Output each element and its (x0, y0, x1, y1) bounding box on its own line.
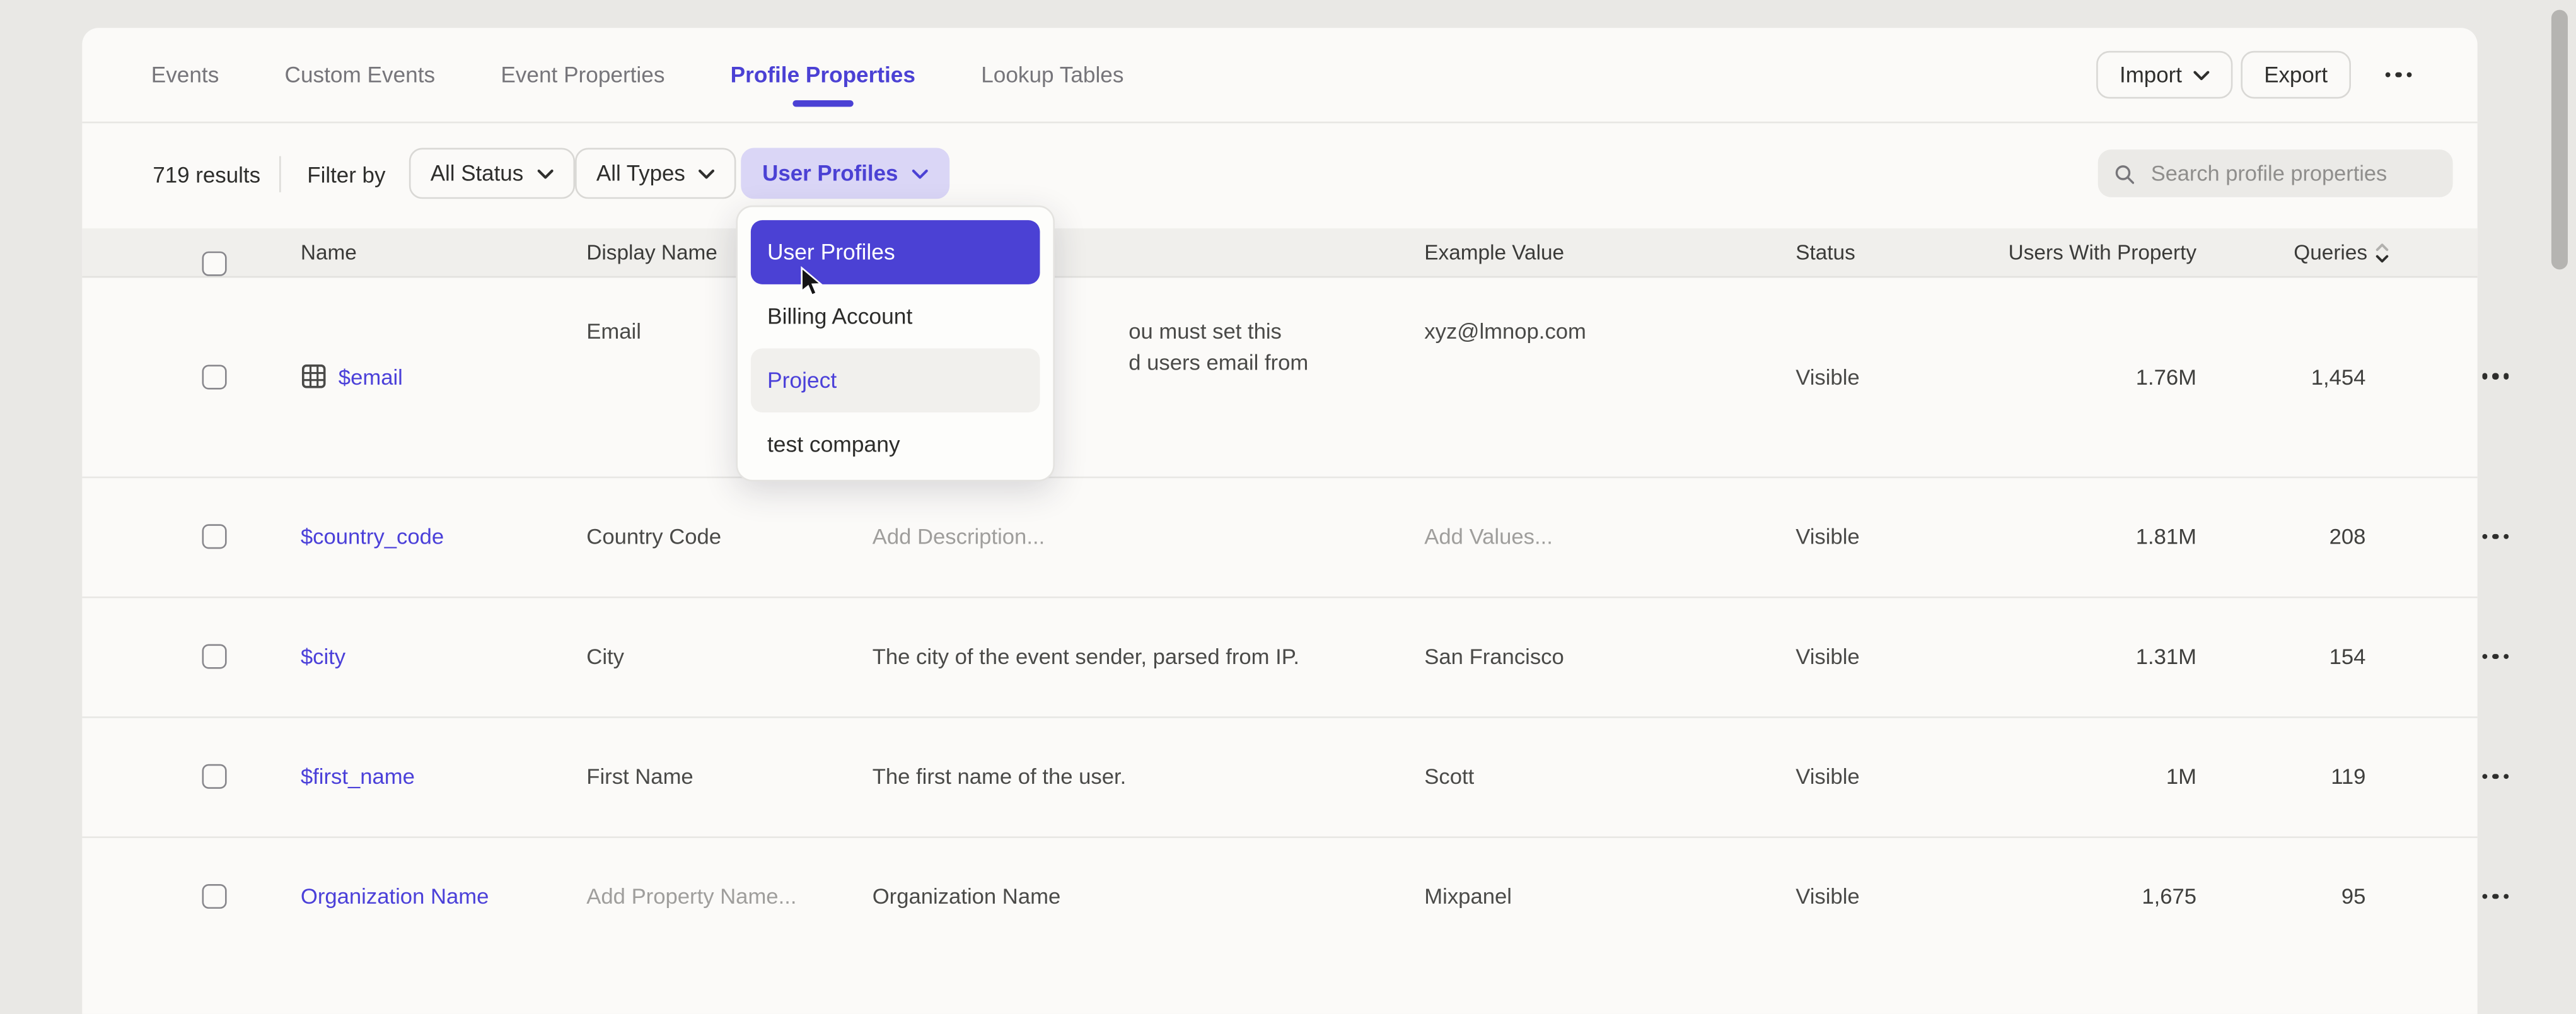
profile-type-dropdown[interactable]: User Profiles (741, 148, 949, 199)
row-checkbox-cell (202, 276, 227, 477)
table-row: Organization Name Add Property Name... O… (82, 836, 2477, 984)
table-row: $city City The city of the event sender,… (82, 597, 2477, 718)
row-checkbox-cell (202, 597, 227, 716)
mouse-cursor-icon (800, 266, 823, 298)
row-more-options-icon[interactable] (2457, 276, 2514, 477)
import-button-label: Import (2120, 62, 2182, 87)
tab-custom-events[interactable]: Custom Events (285, 62, 436, 87)
display-name-cell[interactable]: Country Code (586, 477, 866, 597)
chevron-down-icon (911, 168, 927, 178)
property-name-link[interactable]: $first_name (301, 716, 415, 836)
row-checkbox-cell (202, 836, 227, 956)
tab-event-properties[interactable]: Event Properties (501, 62, 664, 87)
example-value-cell[interactable]: Add Values... (1424, 477, 1789, 597)
profile-properties-page: Events Custom Events Event Properties Pr… (0, 0, 2576, 952)
status-filter-dropdown[interactable]: All Status (409, 148, 574, 199)
chevron-down-icon (2193, 70, 2210, 80)
queries-cell: 1,454 (2120, 276, 2366, 477)
results-count: 719 results (153, 123, 260, 225)
property-name-link[interactable]: $country_code (301, 477, 444, 597)
row-checkbox-cell (202, 716, 227, 836)
column-header-example-value[interactable]: Example Value (1424, 228, 1789, 276)
type-filter-label: All Types (596, 161, 685, 185)
property-name-link[interactable]: $city (301, 597, 345, 716)
table-grid-icon (301, 363, 327, 390)
example-value-cell[interactable]: Mixpanel (1424, 836, 1789, 956)
menu-item-user-profiles[interactable]: User Profiles (751, 220, 1040, 284)
display-name-cell[interactable]: Add Property Name... (586, 836, 866, 956)
toolbar: Import Export (2097, 51, 2418, 99)
row-checkbox[interactable] (202, 884, 227, 909)
column-header-name[interactable]: Name (301, 228, 357, 276)
tab-lookup-tables[interactable]: Lookup Tables (981, 62, 1123, 87)
scrollbar-thumb[interactable] (2551, 10, 2568, 270)
row-checkbox[interactable] (202, 364, 227, 388)
divider (279, 156, 281, 192)
description-cell[interactable]: Add Description... (873, 477, 1418, 597)
tab-events[interactable]: Events (151, 62, 219, 87)
tab-profile-properties[interactable]: Profile Properties (731, 62, 915, 87)
content-card: Events Custom Events Event Properties Pr… (82, 28, 2477, 1014)
profile-type-label: User Profiles (762, 161, 898, 185)
table-row: $first_name First Name The first name of… (82, 716, 2477, 838)
chevron-down-icon (699, 168, 715, 178)
status-filter-label: All Status (431, 161, 523, 185)
example-value-cell[interactable]: San Francisco (1424, 597, 1789, 716)
row-checkbox-cell (202, 477, 227, 597)
table-header: Name Display Name Example Value Status U… (82, 228, 2477, 277)
property-name-link[interactable]: $email (301, 276, 403, 477)
search-icon (2115, 162, 2135, 185)
queries-cell: 208 (2120, 477, 2366, 597)
description-cell[interactable]: The city of the event sender, parsed fro… (873, 597, 1418, 716)
display-name-cell[interactable]: City (586, 597, 866, 716)
description-line: d users email from (1128, 347, 1418, 378)
menu-item-test-company[interactable]: test company (751, 412, 1040, 477)
table-row: $country_code Country Code Add Descripti… (82, 477, 2477, 598)
row-checkbox[interactable] (202, 644, 227, 669)
display-name-cell[interactable]: First Name (586, 716, 866, 836)
type-filter-dropdown[interactable]: All Types (575, 148, 736, 199)
search-input[interactable] (2148, 160, 2437, 187)
property-name-link[interactable]: Organization Name (301, 836, 489, 956)
row-more-options-icon[interactable] (2457, 597, 2514, 716)
queries-cell: 154 (2120, 597, 2366, 716)
row-more-options-icon[interactable] (2457, 716, 2514, 836)
menu-item-billing-account[interactable]: Billing Account (751, 284, 1040, 349)
menu-item-project[interactable]: Project (751, 348, 1040, 412)
example-value-cell[interactable]: Scott (1424, 716, 1789, 836)
profile-type-menu: User Profiles Billing Account Project te… (736, 206, 1055, 482)
row-checkbox[interactable] (202, 764, 227, 789)
chevron-down-icon (537, 168, 553, 178)
row-more-options-icon[interactable] (2457, 836, 2514, 956)
more-options-icon[interactable] (2379, 66, 2418, 84)
property-name-text: $email (339, 364, 403, 388)
export-button-label: Export (2264, 62, 2328, 87)
row-more-options-icon[interactable] (2457, 477, 2514, 597)
select-all-checkbox[interactable] (202, 252, 227, 276)
column-header-queries-label: Queries (2294, 240, 2367, 264)
description-cell[interactable]: Organization Name (873, 836, 1418, 956)
import-button[interactable]: Import (2097, 51, 2233, 99)
sort-descending-icon (2376, 242, 2389, 262)
filter-by-label: Filter by (307, 123, 385, 225)
row-checkbox[interactable] (202, 524, 227, 549)
description-line: ou must set this (1128, 315, 1418, 347)
column-header-queries[interactable]: Queries (2120, 228, 2389, 276)
table-row: $email Email ou must set this d users em… (82, 276, 2477, 479)
queries-cell: 95 (2120, 836, 2366, 956)
search-box (2098, 149, 2453, 197)
export-button[interactable]: Export (2241, 51, 2351, 99)
queries-cell: 119 (2120, 716, 2366, 836)
description-cell[interactable]: The first name of the user. (873, 716, 1418, 836)
